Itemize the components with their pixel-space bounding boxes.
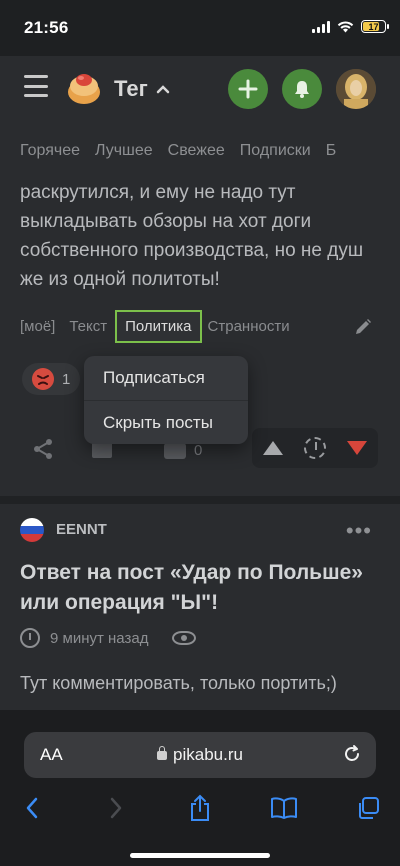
status-icons: 17 [312, 20, 389, 33]
reload-icon[interactable] [342, 744, 362, 764]
notifications-button[interactable] [282, 69, 322, 109]
cellular-signal-icon [312, 20, 330, 33]
tab-fresh[interactable]: Свежее [168, 142, 225, 160]
tag-mine[interactable]: [моё] [20, 318, 55, 335]
save-post-icon[interactable] [92, 442, 112, 458]
feed-tabs: Горячее Лучшее Свежее Подписки Б [20, 142, 336, 160]
user-avatar[interactable] [336, 69, 376, 109]
bell-icon [295, 81, 309, 98]
hide-posts-item[interactable]: Скрыть посты [84, 400, 248, 444]
angry-face-icon [32, 368, 54, 390]
rating-controls [252, 428, 378, 468]
edit-tags-icon[interactable] [354, 318, 372, 336]
back-button[interactable] [18, 794, 46, 822]
bookmarks-button[interactable] [270, 794, 298, 822]
url-display[interactable]: pikabu.ru [24, 745, 376, 765]
tab-best[interactable]: Лучшее [95, 142, 153, 160]
tag-text[interactable]: Текст [69, 318, 107, 335]
share-button[interactable] [186, 794, 214, 822]
app-header: Тег [0, 56, 400, 122]
menu-icon[interactable] [24, 75, 48, 97]
more-options-icon[interactable]: ••• [346, 518, 372, 544]
book-icon [271, 797, 297, 819]
home-indicator[interactable] [130, 853, 270, 858]
share-icon[interactable] [32, 438, 54, 460]
tag-politics[interactable]: Политика [115, 310, 202, 343]
downvote-icon[interactable] [347, 441, 368, 455]
plus-icon [238, 79, 258, 99]
section-title: Тег [114, 76, 148, 101]
post-tags: [моё] Текст Политика Странности [20, 310, 304, 343]
chevron-right-icon [110, 797, 122, 819]
status-bar: 21:56 17 [0, 0, 400, 56]
tag-oddities[interactable]: Странности [208, 318, 290, 335]
chevron-up-icon [156, 85, 169, 94]
comments-button[interactable]: 0 [164, 442, 202, 459]
views-icon [172, 631, 197, 645]
pikabu-logo[interactable] [66, 70, 102, 106]
russia-flag-icon [20, 518, 44, 542]
upvote-icon[interactable] [262, 441, 283, 455]
lock-icon [157, 746, 168, 760]
safari-nav-bar [0, 790, 400, 826]
tabs-icon [359, 797, 379, 819]
reaction-count: 1 [62, 370, 71, 388]
post-divider [0, 496, 400, 504]
post-meta: 9 минут назад [20, 628, 197, 648]
browser-toolbar: AA pikabu.ru [0, 710, 400, 866]
status-time: 21:56 [24, 18, 69, 37]
tabs-button[interactable] [354, 794, 382, 822]
share-up-icon [191, 794, 209, 821]
tab-hot[interactable]: Горячее [20, 142, 80, 160]
rating-timer-icon [303, 437, 326, 459]
url-text: pikabu.ru [173, 745, 243, 764]
post-preview-text: Тут комментировать, только портить;) [20, 673, 337, 693]
tab-more[interactable]: Б [326, 142, 337, 160]
pikabu-app: Тег Горячее Лучшее Свежее Подписки Б рас… [0, 56, 400, 710]
post-time: 9 минут назад [50, 629, 149, 647]
wifi-icon [337, 20, 354, 32]
tag-context-menu: Подписаться Скрыть посты [84, 356, 248, 444]
reaction-badge[interactable]: 1 [22, 363, 81, 395]
author-name[interactable]: EENNT [56, 521, 107, 538]
comment-count: 0 [194, 442, 203, 459]
post-title[interactable]: Ответ на пост «Удар по Польше» или опера… [20, 558, 380, 618]
section-switcher[interactable]: Тег [114, 76, 170, 102]
forward-button[interactable] [102, 794, 130, 822]
post-author-row: EENNT ••• [20, 518, 380, 544]
clock-icon [20, 628, 40, 648]
battery-level: 17 [368, 21, 379, 32]
address-bar[interactable]: AA pikabu.ru [24, 732, 376, 778]
battery-icon: 17 [361, 20, 389, 33]
comment-bubble-icon [164, 442, 186, 459]
tab-subscriptions[interactable]: Подписки [240, 142, 311, 160]
post-body-text: раскрутился, и ему не надо тут выкладыва… [20, 182, 364, 290]
subscribe-tag-item[interactable]: Подписаться [84, 356, 248, 400]
chevron-left-icon [26, 797, 38, 819]
create-post-button[interactable] [228, 69, 268, 109]
